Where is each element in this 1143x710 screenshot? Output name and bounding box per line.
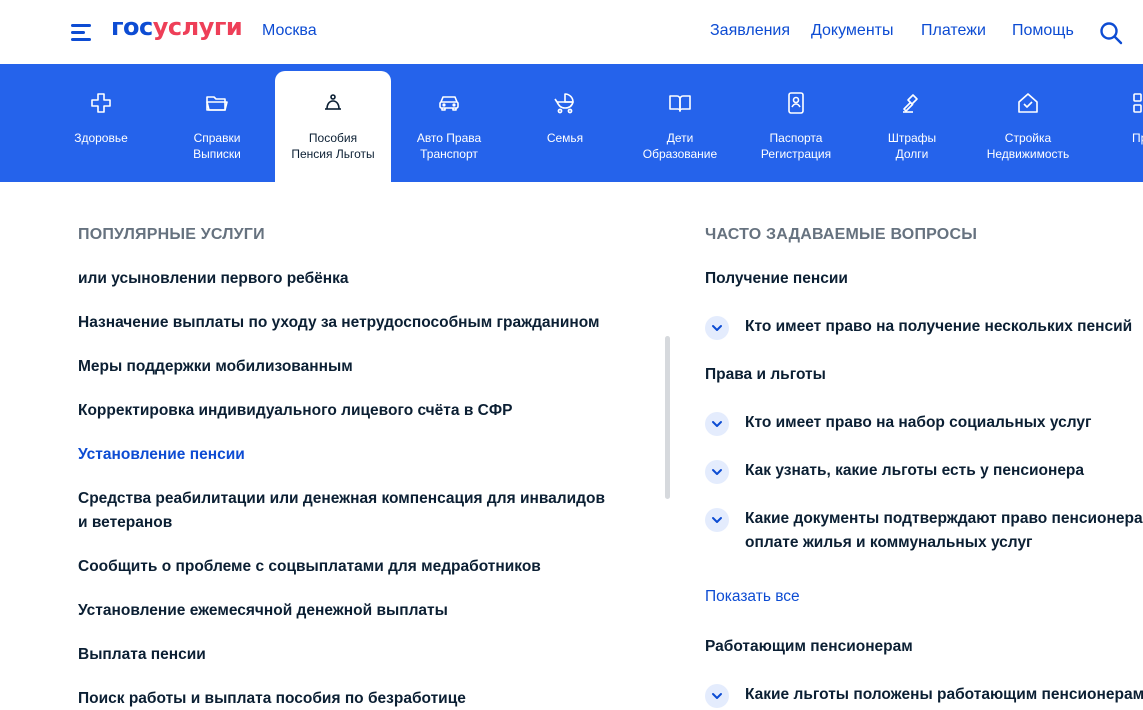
category-children[interactable]: Дети Образование	[622, 64, 738, 182]
logo-part-uslugi: услуги	[152, 13, 243, 41]
house-icon	[1018, 93, 1038, 113]
category-label-2: Недвижимость	[986, 147, 1070, 161]
category-label: Семья	[546, 131, 584, 145]
faq-question[interactable]: Какие льготы положены работающим пенсион…	[745, 683, 1143, 707]
service-link[interactable]: Меры поддержки мобилизованным	[78, 355, 618, 379]
category-label: Пособия	[308, 131, 358, 145]
service-link[interactable]: Назначение выплаты по уходу за нетрудосп…	[78, 311, 618, 335]
service-link[interactable]: Установление ежемесячной денежной выплат…	[78, 599, 618, 623]
category-benefits[interactable]: Пособия Пенсия Льготы	[275, 71, 391, 182]
chevron-down-icon[interactable]	[705, 508, 729, 532]
service-link[interactable]: Выплата пенсии	[78, 643, 618, 667]
nav-link-help[interactable]: Помощь	[1012, 22, 1074, 40]
passport-icon	[788, 92, 804, 114]
nav-link-payments[interactable]: Платежи	[921, 22, 986, 40]
chevron-down-icon[interactable]	[705, 460, 729, 484]
book-icon	[669, 95, 691, 112]
nav-link-documents[interactable]: Документы	[811, 22, 893, 40]
faq-group-title: Права и льготы	[705, 366, 826, 383]
nav-link-applications[interactable]: Заявления	[710, 22, 790, 40]
category-family[interactable]: Семья	[507, 64, 623, 182]
bell-icon	[325, 94, 341, 110]
category-label: Штрафы	[887, 131, 937, 145]
category-auto[interactable]: Авто Права Транспорт	[391, 64, 507, 182]
gosuslugi-logo[interactable]: госуслуги	[111, 13, 243, 41]
grid-icon	[1133, 93, 1142, 113]
faq-group-title: Получение пенсии	[705, 270, 848, 287]
category-label: Справки	[193, 131, 241, 145]
category-label: Здоровье	[74, 131, 128, 145]
faq-question[interactable]: Как узнать, какие льготы есть у пенсионе…	[745, 459, 1143, 483]
category-label: Авто Права	[416, 131, 482, 145]
faq-question[interactable]: Какие документы подтверждают право пенси…	[745, 507, 1143, 531]
logo-part-gos: гос	[111, 13, 153, 41]
faq-title: ЧАСТО ЗАДАВАЕМЫЕ ВОПРОСЫ	[705, 226, 978, 243]
category-label-2: Долги	[895, 147, 929, 161]
faq-group-title: Работающим пенсионерам	[705, 638, 913, 655]
category-label-2: Выписки	[193, 147, 241, 161]
service-link[interactable]: Корректировка индивидуального лицевого с…	[78, 399, 618, 423]
chevron-down-icon[interactable]	[705, 316, 729, 340]
plus-cross-icon	[91, 93, 111, 113]
service-link[interactable]: или усыновлении первого ребёнка	[78, 267, 618, 291]
site-header: госуслуги Москва Заявления Документы Пла…	[0, 0, 1143, 64]
category-health[interactable]: Здоровье	[43, 64, 159, 182]
service-link[interactable]: Сообщить о проблеме с соцвыплатами для м…	[78, 555, 618, 579]
category-certificates[interactable]: Справки Выписки	[159, 64, 275, 182]
faq-question[interactable]: Кто имеет право на набор социальных услу…	[745, 411, 1143, 435]
chevron-down-icon[interactable]	[705, 412, 729, 436]
list-scrollbar[interactable]	[665, 336, 670, 499]
category-label: Про	[1132, 131, 1143, 145]
gavel-icon	[903, 94, 918, 113]
popular-services-title: ПОПУЛЯРНЫЕ УСЛУГИ	[78, 226, 265, 243]
faq-question-continued[interactable]: оплате жилья и коммунальных услуг	[745, 531, 1143, 555]
service-link[interactable]: Средства реабилитации или денежная компе…	[78, 487, 618, 535]
service-link[interactable]: Поиск работы и выплата пособия по безраб…	[78, 687, 618, 710]
category-label: Стройка	[1004, 131, 1052, 145]
service-link-highlighted[interactable]: Установление пенсии	[78, 443, 618, 467]
category-label: Паспорта	[769, 131, 823, 145]
category-label-2: Транспорт	[420, 147, 478, 161]
city-selector[interactable]: Москва	[262, 22, 317, 40]
category-realty[interactable]: Стройка Недвижимость	[970, 64, 1086, 182]
chevron-down-icon[interactable]	[705, 684, 729, 708]
category-label-2: Образование	[642, 147, 718, 161]
category-passports[interactable]: Паспорта Регистрация	[738, 64, 854, 182]
category-label-2: Пенсия Льготы	[291, 147, 375, 161]
category-label: Дети	[666, 131, 694, 145]
menu-icon[interactable]	[71, 22, 93, 42]
folder-icon	[206, 96, 228, 111]
show-all-link[interactable]: Показать все	[705, 588, 800, 606]
category-other[interactable]: Про	[1085, 64, 1143, 182]
category-fines[interactable]: Штрафы Долги	[854, 64, 970, 182]
car-icon	[439, 96, 459, 111]
category-label-2: Регистрация	[760, 147, 832, 161]
faq-question[interactable]: Кто имеет право на получение нескольких …	[745, 315, 1143, 339]
search-icon[interactable]	[1099, 21, 1123, 45]
stroller-icon	[554, 93, 574, 114]
category-bar: Здоровье Справки Выписки Пособия Пенсия Ль…	[0, 64, 1143, 182]
